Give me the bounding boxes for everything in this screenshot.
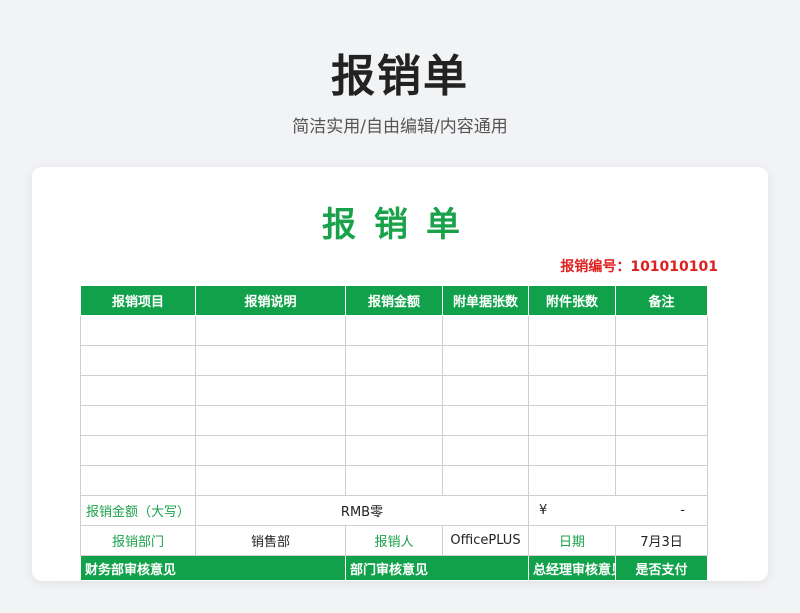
- reimbursement-table: 报销项目 报销说明 报销金额 附单据张数 附件张数 备注 报销金额（大写） RM…: [80, 285, 708, 581]
- cell[interactable]: [528, 435, 616, 466]
- payment-status-header: 是否支付: [615, 555, 708, 581]
- department-value[interactable]: 销售部: [195, 525, 346, 556]
- cell[interactable]: [195, 405, 346, 436]
- cell[interactable]: [528, 405, 616, 436]
- table-row: [80, 315, 708, 346]
- cell[interactable]: [345, 405, 443, 436]
- column-header: 附件张数: [528, 285, 616, 316]
- page-title: 报销单: [331, 51, 469, 102]
- reimburser-value[interactable]: OfficePLUS: [442, 525, 529, 556]
- cell[interactable]: [528, 465, 616, 496]
- reimburser-label: 报销人: [345, 525, 443, 556]
- amount-yen-cell[interactable]: ¥ -: [528, 495, 708, 526]
- cell[interactable]: [442, 435, 529, 466]
- cell[interactable]: [442, 345, 529, 376]
- table-row: [80, 345, 708, 376]
- amount-label: 报销金额（大写）: [80, 495, 196, 526]
- reimbursement-number: 报销编号：101010101: [560, 256, 718, 276]
- table-header-row: 报销项目 报销说明 报销金额 附单据张数 附件张数 备注: [80, 285, 708, 316]
- cell[interactable]: [195, 375, 346, 406]
- cell[interactable]: [615, 375, 708, 406]
- cell[interactable]: [195, 345, 346, 376]
- table-row: [80, 435, 708, 466]
- gm-approval-header: 总经理审核意见: [528, 555, 616, 581]
- cell[interactable]: [528, 345, 616, 376]
- amount-rmb[interactable]: RMB零: [195, 495, 529, 526]
- cell[interactable]: [80, 465, 196, 496]
- column-header: 备注: [615, 285, 708, 316]
- date-value[interactable]: 7月3日: [615, 525, 708, 556]
- page-subtitle: 简洁实用/自由编辑/内容通用: [292, 117, 508, 137]
- finance-approval-header: 财务部审核意见: [80, 555, 346, 581]
- table-row: [80, 405, 708, 436]
- amount-row: 报销金额（大写） RMB零 ¥ -: [80, 495, 708, 526]
- cell[interactable]: [615, 315, 708, 346]
- yen-symbol: ¥: [539, 503, 548, 518]
- cell[interactable]: [442, 315, 529, 346]
- cell[interactable]: [528, 315, 616, 346]
- reimbursement-number-label: 报销编号：: [560, 259, 631, 275]
- cell[interactable]: [442, 465, 529, 496]
- amount-value: -: [680, 503, 685, 518]
- preview-card: 报销单 报销编号：101010101 报销项目 报销说明 报销金额 附单据张数 …: [32, 167, 768, 581]
- spreadsheet-sheet: 报销单 报销编号：101010101 报销项目 报销说明 报销金额 附单据张数 …: [64, 189, 736, 581]
- date-label: 日期: [528, 525, 616, 556]
- department-approval-header: 部门审核意见: [345, 555, 529, 581]
- cell[interactable]: [345, 465, 443, 496]
- column-header: 报销金额: [345, 285, 443, 316]
- cell[interactable]: [615, 405, 708, 436]
- table-row: [80, 465, 708, 496]
- cell[interactable]: [442, 375, 529, 406]
- cell[interactable]: [528, 375, 616, 406]
- column-header: 报销项目: [80, 285, 196, 316]
- cell[interactable]: [345, 315, 443, 346]
- column-header: 附单据张数: [442, 285, 529, 316]
- document-title: 报销单: [322, 205, 478, 245]
- cell[interactable]: [615, 345, 708, 376]
- department-label: 报销部门: [80, 525, 196, 556]
- cell[interactable]: [80, 375, 196, 406]
- cell[interactable]: [80, 435, 196, 466]
- cell[interactable]: [345, 435, 443, 466]
- cell[interactable]: [615, 465, 708, 496]
- cell[interactable]: [442, 405, 529, 436]
- cell[interactable]: [80, 315, 196, 346]
- department-row: 报销部门 销售部 报销人 OfficePLUS 日期 7月3日: [80, 525, 708, 556]
- cell[interactable]: [345, 375, 443, 406]
- cell[interactable]: [195, 315, 346, 346]
- cell[interactable]: [615, 435, 708, 466]
- approval-header-row: 财务部审核意见 部门审核意见 总经理审核意见 是否支付: [80, 555, 708, 581]
- column-header: 报销说明: [195, 285, 346, 316]
- cell[interactable]: [195, 435, 346, 466]
- cell[interactable]: [80, 345, 196, 376]
- cell[interactable]: [345, 345, 443, 376]
- cell[interactable]: [80, 405, 196, 436]
- reimbursement-number-value: 101010101: [630, 259, 718, 275]
- cell[interactable]: [195, 465, 346, 496]
- table-row: [80, 375, 708, 406]
